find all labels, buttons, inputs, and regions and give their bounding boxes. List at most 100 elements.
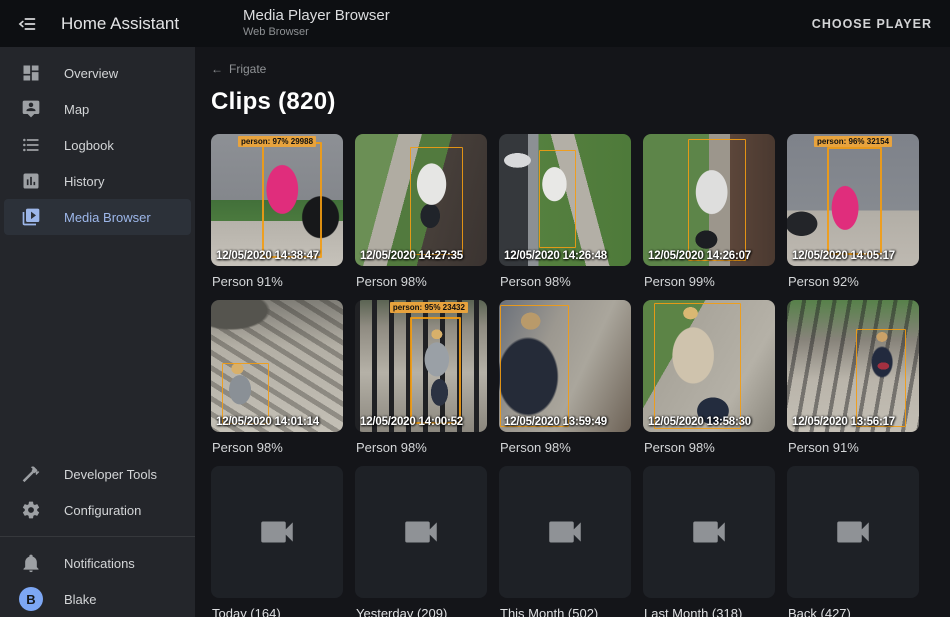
clip-card[interactable]: person: 95% 23432 12/05/2020 14:00:52 Pe… — [355, 300, 487, 466]
folder-card-back[interactable]: Back (427) — [787, 466, 919, 617]
media-player-header: Media Player Browser Web Browser — [243, 7, 390, 39]
folder-thumbnail — [499, 466, 631, 598]
app-window: Home Assistant Media Player Browser Web … — [0, 0, 950, 617]
sidebar-item-label: Configuration — [64, 503, 141, 518]
clip-thumbnail: 12/05/2020 13:59:49 — [499, 300, 631, 432]
sidebar-item-label: Logbook — [64, 138, 114, 153]
detection-box — [410, 147, 463, 255]
clip-timestamp: 12/05/2020 14:01:14 — [216, 416, 319, 428]
folder-card-this-month[interactable]: This Month (502) — [499, 466, 631, 617]
video-icon — [256, 511, 298, 553]
folder-card-today[interactable]: Today (164) — [211, 466, 343, 617]
sidebar-toggle-button[interactable] — [15, 12, 39, 36]
choose-player-button[interactable]: CHOOSE PLAYER — [812, 17, 950, 31]
sidebar-item-label: History — [64, 174, 104, 189]
sidebar-item-overview[interactable]: Overview — [4, 55, 191, 91]
clip-timestamp: 12/05/2020 13:59:49 — [504, 416, 607, 428]
clips-grid: person: 97% 29988 12/05/2020 14:38:47 Pe… — [211, 134, 950, 617]
clip-label: Person 91% — [788, 440, 919, 455]
clip-thumbnail: 12/05/2020 14:01:14 — [211, 300, 343, 432]
sidebar-item-label: Map — [64, 102, 89, 117]
clip-timestamp: 12/05/2020 14:00:52 — [360, 416, 463, 428]
view-dashboard-icon — [20, 62, 42, 84]
back-arrow-icon: ← — [211, 62, 223, 76]
detection-box — [654, 303, 741, 430]
clip-label: Person 98% — [212, 440, 343, 455]
clip-card[interactable]: 12/05/2020 13:58:30 Person 98% — [643, 300, 775, 466]
clip-card[interactable]: 12/05/2020 14:26:07 Person 99% — [643, 134, 775, 300]
clip-timestamp: 12/05/2020 14:26:07 — [648, 250, 751, 262]
video-icon — [688, 511, 730, 553]
folder-label: Last Month (318) — [644, 606, 775, 617]
clip-thumbnail: person: 95% 23432 12/05/2020 14:00:52 — [355, 300, 487, 432]
format-list-bulleted-icon — [20, 134, 42, 156]
clip-label: Person 98% — [356, 274, 487, 289]
sidebar-item-developer-tools[interactable]: Developer Tools — [4, 456, 191, 492]
bell-icon — [20, 552, 42, 574]
top-bar: Home Assistant Media Player Browser Web … — [0, 0, 950, 47]
avatar: B — [19, 587, 43, 611]
folder-card-last-month[interactable]: Last Month (318) — [643, 466, 775, 617]
clip-card[interactable]: 12/05/2020 13:59:49 Person 98% — [499, 300, 631, 466]
clip-card[interactable]: 12/05/2020 14:01:14 Person 98% — [211, 300, 343, 466]
sidebar-item-logbook[interactable]: Logbook — [4, 127, 191, 163]
clip-card[interactable]: 12/05/2020 14:26:48 Person 98% — [499, 134, 631, 300]
clip-label: Person 98% — [500, 274, 631, 289]
clip-thumbnail: 12/05/2020 14:26:48 — [499, 134, 631, 266]
clip-label: Person 91% — [212, 274, 343, 289]
clip-timestamp: 12/05/2020 13:56:17 — [792, 416, 895, 428]
clip-thumbnail: person: 97% 29988 12/05/2020 14:38:47 — [211, 134, 343, 266]
chart-box-icon — [20, 170, 42, 192]
folder-thumbnail — [643, 466, 775, 598]
sidebar-divider — [0, 536, 195, 537]
clip-timestamp: 12/05/2020 14:38:47 — [216, 250, 319, 262]
detection-label: person: 95% 23432 — [390, 302, 468, 313]
media-player-title: Media Player Browser — [243, 7, 390, 25]
media-player-subtitle: Web Browser — [243, 26, 390, 39]
sidebar-item-media-browser[interactable]: Media Browser — [4, 199, 191, 235]
play-box-multiple-icon — [20, 206, 42, 228]
clip-thumbnail: 12/05/2020 13:56:17 — [787, 300, 919, 432]
sidebar-item-history[interactable]: History — [4, 163, 191, 199]
gear-icon — [20, 499, 42, 521]
clip-card[interactable]: 12/05/2020 14:27:35 Person 98% — [355, 134, 487, 300]
sidebar: Overview Map Logbook History — [0, 47, 195, 617]
sidebar-spacer — [0, 235, 195, 456]
detection-box — [856, 329, 906, 427]
detection-box — [222, 363, 270, 424]
sidebar-item-label: Notifications — [64, 556, 135, 571]
breadcrumb-back-frigate[interactable]: ← Frigate — [211, 62, 266, 76]
clip-timestamp: 12/05/2020 13:58:30 — [648, 416, 751, 428]
clip-label: Person 99% — [644, 274, 775, 289]
detection-box — [827, 147, 882, 255]
detection-box — [410, 317, 460, 424]
video-icon — [832, 511, 874, 553]
folder-card-yesterday[interactable]: Yesterday (209) — [355, 466, 487, 617]
media-browser-content: ← Frigate Clips (820) person: 97% 29988 … — [195, 47, 950, 617]
detection-box — [539, 150, 576, 248]
folder-thumbnail — [787, 466, 919, 598]
sidebar-item-label: Overview — [64, 66, 118, 81]
detection-box — [688, 139, 746, 260]
breadcrumb-label: Frigate — [229, 62, 266, 76]
sidebar-item-label: Developer Tools — [64, 467, 157, 482]
folder-thumbnail — [211, 466, 343, 598]
sidebar-item-user[interactable]: B Blake — [4, 581, 191, 617]
folder-label: This Month (502) — [500, 606, 631, 617]
clip-label: Person 98% — [644, 440, 775, 455]
folder-thumbnail — [355, 466, 487, 598]
folder-label: Today (164) — [212, 606, 343, 617]
clip-timestamp: 12/05/2020 14:26:48 — [504, 250, 607, 262]
detection-box — [262, 142, 321, 258]
clip-card[interactable]: 12/05/2020 13:56:17 Person 91% — [787, 300, 919, 466]
clip-label: Person 98% — [356, 440, 487, 455]
menu-toggle-icon — [17, 14, 37, 34]
sidebar-item-notifications[interactable]: Notifications — [4, 545, 191, 581]
clip-card[interactable]: person: 96% 32154 12/05/2020 14:05:17 Pe… — [787, 134, 919, 300]
sidebar-item-label: Media Browser — [64, 210, 151, 225]
detection-label: person: 96% 32154 — [814, 136, 892, 147]
clip-card[interactable]: person: 97% 29988 12/05/2020 14:38:47 Pe… — [211, 134, 343, 300]
sidebar-item-map[interactable]: Map — [4, 91, 191, 127]
sidebar-item-configuration[interactable]: Configuration — [4, 492, 191, 528]
video-icon — [400, 511, 442, 553]
